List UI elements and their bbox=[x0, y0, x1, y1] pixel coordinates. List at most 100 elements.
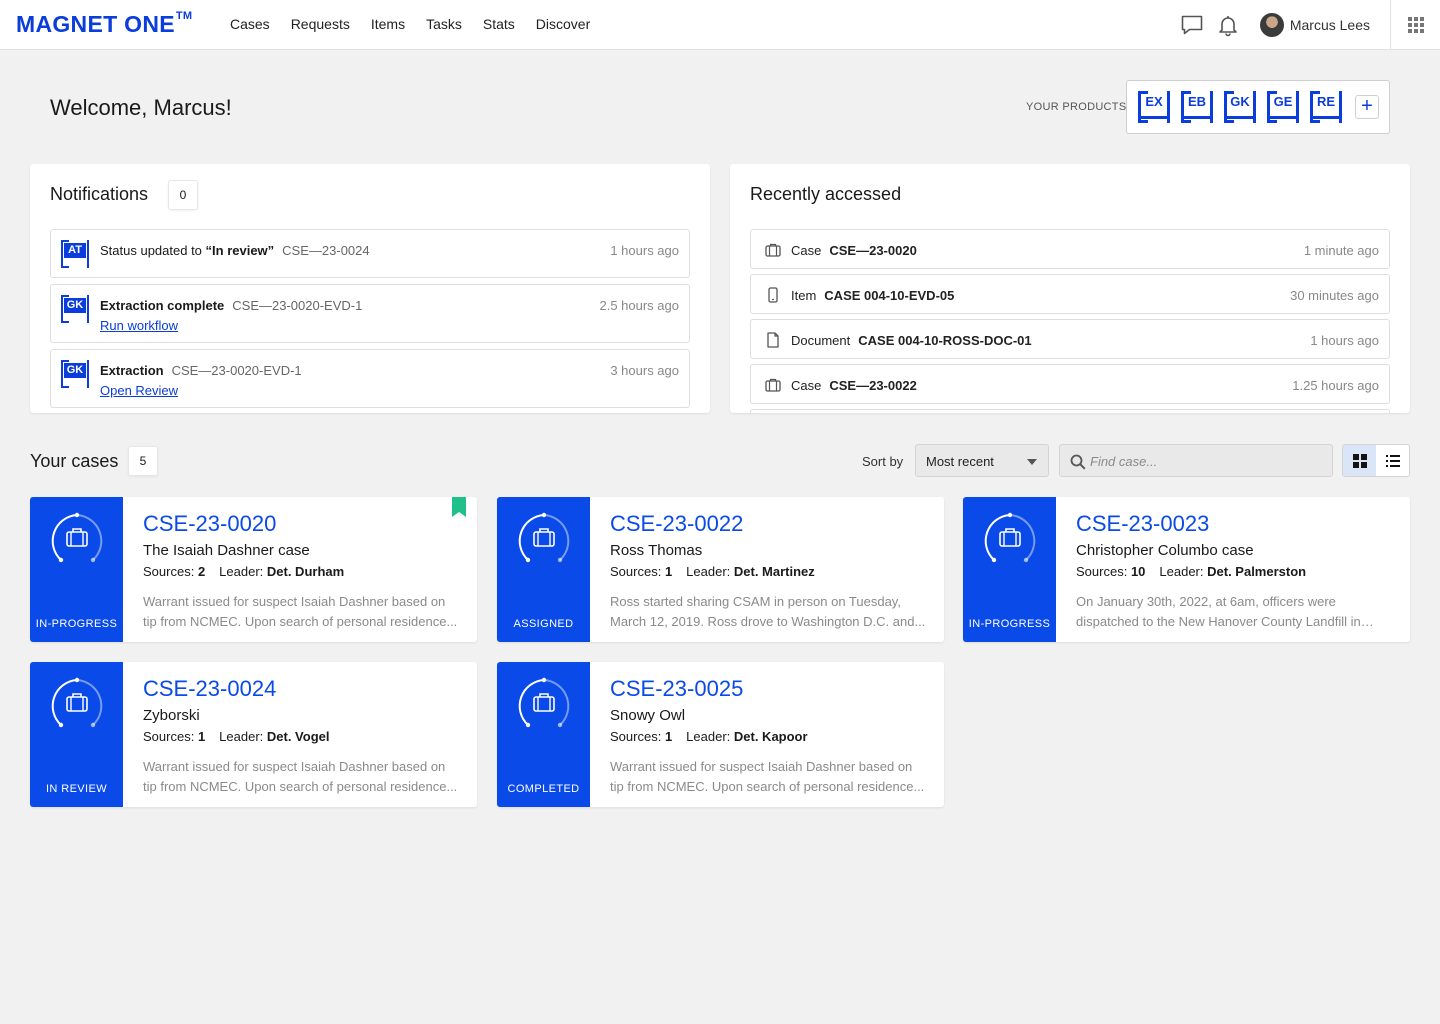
user-name: Marcus Lees bbox=[1289, 17, 1370, 33]
case-leader: Det. Kapoor bbox=[733, 729, 808, 744]
product-gk-icon: GK bbox=[61, 295, 89, 323]
product-ge-icon[interactable]: GE bbox=[1267, 91, 1299, 123]
open-review-link[interactable]: Open Review bbox=[100, 383, 178, 398]
case-sources: 1 bbox=[664, 564, 673, 579]
recent-item-partial[interactable] bbox=[750, 409, 1390, 413]
nav-tasks[interactable]: Tasks bbox=[426, 16, 462, 32]
chat-icon[interactable] bbox=[1180, 13, 1204, 37]
nav-discover[interactable]: Discover bbox=[536, 16, 590, 32]
run-workflow-link[interactable]: Run workflow bbox=[100, 318, 178, 333]
case-leader: Det. Martinez bbox=[733, 564, 815, 579]
case-id-link[interactable]: CSE-23-0022 bbox=[610, 511, 743, 537]
case-progress-dial-icon bbox=[514, 511, 574, 576]
grid-view-icon[interactable] bbox=[1343, 445, 1376, 476]
nav-requests[interactable]: Requests bbox=[291, 16, 350, 32]
view-toggle bbox=[1342, 444, 1410, 477]
user-menu[interactable]: Marcus Lees bbox=[1259, 13, 1370, 37]
sort-select-value: Most recent bbox=[926, 454, 994, 469]
case-status-panel: IN-PROGRESS bbox=[30, 497, 123, 642]
product-eb-icon[interactable]: EB bbox=[1181, 91, 1213, 123]
notification-item[interactable]: GK Extraction CSE—23-0020-EVD-1 3 hours a… bbox=[50, 349, 690, 408]
case-meta: Sources: 10 Leader: Det. Palmerston bbox=[1076, 564, 1307, 579]
recent-item[interactable]: Item CASE 004-10-EVD-05 30 minutes ago bbox=[750, 274, 1390, 314]
case-description: On January 30th, 2022, at 6am, officers … bbox=[1076, 594, 1361, 629]
case-name: Christopher Columbo case bbox=[1076, 542, 1254, 559]
recently-accessed-panel: Recently accessed Case CSE—23-0020 1 minu… bbox=[730, 164, 1410, 413]
notifications-title: Notifications bbox=[50, 184, 149, 204]
case-leader: Det. Durham bbox=[266, 564, 345, 579]
case-card[interactable]: IN-PROGRESS CSE-23-0020 The Isaiah Dashner… bbox=[30, 497, 477, 642]
product-re-icon[interactable]: RE bbox=[1310, 91, 1342, 123]
case-progress-dial-icon bbox=[47, 676, 107, 741]
case-name: The Isaiah Dashner case bbox=[143, 542, 310, 559]
case-status-panel: IN REVIEW bbox=[30, 662, 123, 807]
product-switcher: EX EB GK GE RE + bbox=[1126, 80, 1390, 134]
recent-item[interactable]: Case CSE—23-0020 1 minute ago bbox=[750, 229, 1390, 269]
your-cases-title: Your cases bbox=[30, 451, 119, 471]
case-sources: 1 bbox=[664, 729, 673, 744]
case-meta: Sources: 2 Leader: Det. Durham bbox=[143, 564, 345, 579]
case-progress-dial-icon bbox=[514, 676, 574, 741]
case-card[interactable]: IN-PROGRESS CSE-23-0023 Christopher Columb… bbox=[963, 497, 1410, 642]
case-status: IN REVIEW bbox=[45, 783, 108, 795]
list-view-icon[interactable] bbox=[1376, 445, 1409, 476]
case-id-link[interactable]: CSE-23-0025 bbox=[610, 676, 743, 702]
sort-by-label: Sort by bbox=[862, 454, 904, 469]
recent-item[interactable]: Case CSE—23-0022 1.25 hours ago bbox=[750, 364, 1390, 404]
case-card[interactable]: IN REVIEW CSE-23-0024 Zyborski Sources: 1 Le… bbox=[30, 662, 477, 807]
case-progress-dial-icon bbox=[47, 511, 107, 576]
notification-item[interactable]: GK Extraction complete CSE—23-0020-EVD-1 … bbox=[50, 284, 690, 343]
notification-time: 1 hours ago bbox=[610, 243, 679, 258]
case-meta: Sources: 1 Leader: Det. Kapoor bbox=[610, 729, 808, 744]
case-card[interactable]: ASSIGNED CSE-23-0022 Ross Thomas Sources: 1… bbox=[497, 497, 944, 642]
case-id-link[interactable]: CSE-23-0020 bbox=[143, 511, 276, 537]
recent-time: 1 hours ago bbox=[1310, 333, 1379, 348]
case-id-link[interactable]: CSE-23-0024 bbox=[143, 676, 276, 702]
sort-select[interactable]: Most recent bbox=[915, 444, 1049, 477]
case-description: Ross started sharing CSAM in person on T… bbox=[610, 594, 926, 629]
nav-items[interactable]: Items bbox=[371, 16, 405, 32]
document-icon bbox=[767, 332, 779, 348]
case-status: IN-PROGRESS bbox=[968, 618, 1051, 630]
nav-stats[interactable]: Stats bbox=[483, 16, 515, 32]
case-leader: Det. Palmerston bbox=[1207, 564, 1307, 579]
case-status-panel: COMPLETED bbox=[497, 662, 590, 807]
find-case-input[interactable] bbox=[1090, 452, 1320, 470]
case-status-panel: IN-PROGRESS bbox=[963, 497, 1056, 642]
case-card[interactable]: COMPLETED CSE-23-0025 Snowy Owl Sources: 1L… bbox=[497, 662, 944, 807]
case-meta: Sources: 1 Leader: Det. Vogel bbox=[143, 729, 330, 744]
case-leader: Det. Vogel bbox=[266, 729, 330, 744]
case-id-link[interactable]: CSE-23-0023 bbox=[1076, 511, 1209, 537]
case-status: COMPLETED bbox=[507, 783, 580, 795]
welcome-heading: Welcome, Marcus! bbox=[50, 95, 232, 120]
case-description: Warrant issued for suspect Isaiah Dashne… bbox=[143, 594, 458, 629]
notification-item[interactable]: AT Status updated to “In review” CSE—23-0… bbox=[50, 229, 690, 278]
recent-time: 1 minute ago bbox=[1303, 243, 1379, 258]
recent-item[interactable]: Document CASE 004-10-ROSS-DOC-01 1 hours … bbox=[750, 319, 1390, 359]
case-description: Warrant issued for suspect Isaiah Dashne… bbox=[143, 759, 458, 794]
add-product-button[interactable]: + bbox=[1355, 95, 1379, 119]
case-progress-dial-icon bbox=[980, 511, 1040, 576]
case-name: Snowy Owl bbox=[610, 707, 686, 724]
your-products-label: YOUR PRODUCTS bbox=[1026, 101, 1127, 113]
find-case-search[interactable] bbox=[1059, 444, 1333, 477]
main-nav: Cases Requests Items Tasks Stats Discove… bbox=[230, 16, 611, 32]
bell-icon[interactable] bbox=[1216, 13, 1240, 37]
product-ex-icon[interactable]: EX bbox=[1138, 91, 1170, 123]
notifications-panel: Notifications AT Status updated to “In r… bbox=[30, 164, 710, 413]
product-at-icon: AT bbox=[61, 240, 89, 268]
nav-cases[interactable]: Cases bbox=[230, 16, 270, 32]
brand-logo[interactable]: MAGNET ONETM bbox=[16, 10, 192, 38]
case-name: Zyborski bbox=[143, 707, 200, 724]
case-sources: 1 bbox=[197, 729, 206, 744]
app-grid-icon[interactable] bbox=[1390, 0, 1440, 50]
cases-count-badge: 5 bbox=[128, 446, 158, 476]
bookmark-icon[interactable] bbox=[451, 497, 467, 517]
notification-time: 2.5 hours ago bbox=[599, 298, 679, 313]
product-gk-icon[interactable]: GK bbox=[1224, 91, 1256, 123]
case-meta: Sources: 1 Leader: Det. Martinez bbox=[610, 564, 815, 579]
recently-accessed-title: Recently accessed bbox=[750, 184, 902, 204]
case-name: Ross Thomas bbox=[610, 542, 703, 559]
caret-down-icon bbox=[1027, 459, 1037, 465]
top-nav-bar: MAGNET ONETM Cases Requests Items Tasks … bbox=[0, 0, 1440, 50]
